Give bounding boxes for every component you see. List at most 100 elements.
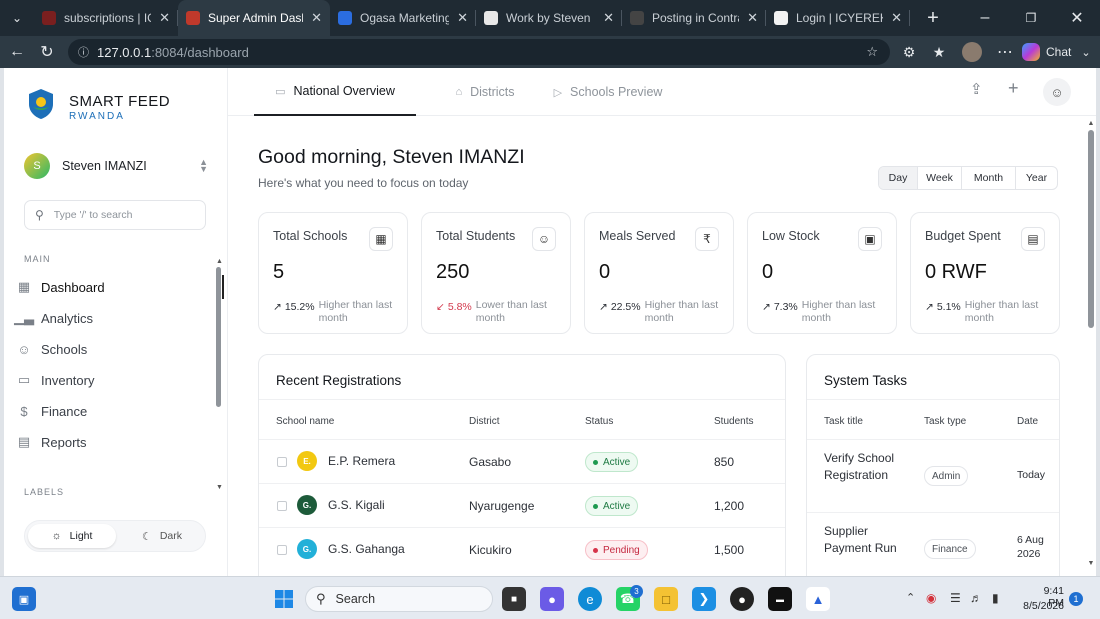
- tab-national-overview[interactable]: ▭ National Overview: [254, 68, 416, 116]
- table-row[interactable]: G. G.S. Kigali Nyarugenge Active 1,200: [259, 483, 785, 527]
- user-switcher[interactable]: S Steven IMANZI ▲ ▼: [24, 152, 208, 180]
- wifi-icon[interactable]: ☰: [950, 591, 961, 605]
- period-year-button[interactable]: Year: [1015, 167, 1057, 189]
- scroll-up-arrow-icon[interactable]: ▲: [1086, 120, 1096, 127]
- tab-close-icon[interactable]: ✕: [603, 10, 614, 26]
- volume-icon[interactable]: ♬: [970, 591, 982, 605]
- browser-tab[interactable]: Posting in Contra Portfolio ✕: [622, 0, 766, 36]
- task-date: Today: [1017, 469, 1046, 481]
- terminal-app-icon[interactable]: ▬: [768, 587, 792, 611]
- page-scrollbar[interactable]: ▲ ▼: [1086, 116, 1096, 576]
- period-week-button[interactable]: Week: [917, 167, 961, 189]
- bookmark-star-icon[interactable]: ☆: [866, 44, 878, 60]
- row-checkbox[interactable]: [277, 457, 287, 467]
- site-info-icon[interactable]: ⓘ: [78, 44, 89, 60]
- edge-browser-icon[interactable]: e: [578, 587, 602, 611]
- tab-close-icon[interactable]: ✕: [457, 10, 468, 26]
- browser-tab[interactable]: Login | ICYEREKEZO Global ✕: [766, 0, 910, 36]
- scrollbar-thumb[interactable]: [1088, 130, 1094, 328]
- table-row[interactable]: E. E.P. Remera Gasabo Active 850: [259, 439, 785, 483]
- folder-icon[interactable]: □: [654, 587, 678, 611]
- extensions-puzzle-icon[interactable]: ⚙: [894, 44, 924, 61]
- page-subtitle: Here's what you need to focus on today: [258, 176, 469, 190]
- table-row[interactable]: G. G.S. Gahanga Kicukiro Pending 1,500: [259, 527, 785, 571]
- browser-tab[interactable]: Ogasa Marketing Strategy ✕: [330, 0, 476, 36]
- scroll-down-arrow-icon[interactable]: ▼: [1086, 560, 1096, 567]
- tab-districts[interactable]: ⌂ Districts: [440, 68, 530, 116]
- coin-icon: ₹: [695, 227, 719, 251]
- task-row[interactable]: Verify School Registration Admin Today: [807, 439, 1059, 512]
- card-title: Recent Registrations: [276, 373, 402, 388]
- copilot-chat-button[interactable]: Chat ⌄: [1022, 43, 1091, 61]
- tab-list-chevron-icon[interactable]: ⌄: [0, 11, 34, 25]
- status-dot: [593, 547, 598, 553]
- sidebar-item-analytics[interactable]: ▁▃ Analytics: [14, 304, 212, 332]
- sidebar-scrollbar[interactable]: ▲ ▼: [216, 258, 223, 494]
- browser-tab[interactable]: subscriptions | ICYEREKEZO ✕: [34, 0, 178, 36]
- student-count: 1,200: [714, 499, 745, 513]
- scroll-up-arrow-icon[interactable]: ▲: [216, 258, 223, 265]
- restore-window-icon[interactable]: ❐: [1008, 11, 1054, 25]
- stat-change-note: Higher than last month: [964, 299, 1039, 324]
- profile-avatar[interactable]: [962, 42, 982, 62]
- task-row[interactable]: Supplier Payment Run Finance 6 Aug 2026: [807, 512, 1059, 576]
- browser-tab[interactable]: Super Admin Dashboard ✕: [178, 0, 330, 36]
- taskbar-search-box[interactable]: ⚲ Search: [305, 586, 493, 612]
- theme-light-button[interactable]: ☼ Light: [28, 524, 116, 548]
- back-arrow-icon[interactable]: ←: [2, 43, 32, 61]
- tab-close-icon[interactable]: ✕: [747, 10, 758, 26]
- notification-badge[interactable]: 1: [1069, 592, 1083, 606]
- close-window-icon[interactable]: ✕: [1054, 8, 1100, 28]
- browser-tab-bar: ⌄ subscriptions | ICYEREKEZO✕Super Admin…: [0, 0, 1100, 36]
- task-date: 6 Aug 2026: [1017, 534, 1044, 560]
- minimize-window-icon[interactable]: –: [962, 9, 1008, 27]
- theme-dark-button[interactable]: ☾ Dark: [120, 524, 204, 548]
- tab-close-icon[interactable]: ✕: [311, 10, 322, 26]
- period-month-button[interactable]: Month: [961, 167, 1015, 189]
- url-field[interactable]: ⓘ 127.0.0.1:8084/dashboard ☆: [68, 39, 890, 65]
- tab-close-icon[interactable]: ✕: [891, 10, 902, 26]
- tab-favicon-icon: [338, 11, 352, 25]
- add-plus-icon[interactable]: +: [1008, 78, 1019, 99]
- sidebar-item-dashboard[interactable]: ▦ Dashboard: [16, 273, 224, 301]
- status-badge: Active: [585, 496, 639, 516]
- tray-app-icon[interactable]: ◉: [926, 591, 936, 605]
- favorites-icon[interactable]: ★: [924, 44, 954, 61]
- sidebar-item-schools[interactable]: ☺ Schools: [16, 335, 212, 363]
- stat-value: 5: [273, 261, 285, 283]
- more-options-icon[interactable]: ⋯: [990, 42, 1020, 62]
- reload-icon[interactable]: ↻: [32, 42, 62, 62]
- scroll-down-arrow-icon[interactable]: ▼: [216, 484, 223, 491]
- tab-close-icon[interactable]: ✕: [159, 10, 170, 26]
- file-explorer-task-icon[interactable]: ■: [502, 587, 526, 611]
- app-launcher-icon[interactable]: ▲: [806, 587, 830, 611]
- arrow-up-right-icon: ↗: [273, 301, 282, 313]
- upload-icon[interactable]: ⇪: [970, 80, 983, 98]
- battery-icon[interactable]: ▮: [992, 591, 999, 605]
- chat-app-icon[interactable]: ●: [540, 587, 564, 611]
- windows-start-icon[interactable]: [272, 587, 296, 611]
- sidebar-search-input[interactable]: ⚲ Type '/' to search: [24, 200, 206, 230]
- sidebar-item-reports[interactable]: ▤ Reports: [16, 428, 212, 456]
- new-tab-plus-icon[interactable]: +: [918, 7, 948, 30]
- period-day-button[interactable]: Day: [879, 167, 917, 189]
- widgets-icon[interactable]: ▣: [12, 587, 36, 611]
- scrollbar-thumb[interactable]: [216, 267, 221, 407]
- sidebar-item-inventory[interactable]: ▭ Inventory: [16, 366, 212, 394]
- browser-tab[interactable]: Work by Steven IMANZI ✕: [476, 0, 622, 36]
- row-checkbox[interactable]: [277, 501, 287, 511]
- sidebar-item-finance[interactable]: $ Finance: [16, 397, 212, 425]
- tab-label: Schools Preview: [570, 85, 663, 99]
- tray-chevron-up-icon[interactable]: ⌃: [906, 591, 915, 604]
- recent-registrations-card: Recent Registrations School name Distric…: [258, 354, 786, 576]
- url-path: :8084/dashboard: [151, 44, 249, 60]
- github-icon[interactable]: ●: [730, 587, 754, 611]
- row-checkbox[interactable]: [277, 545, 287, 555]
- column-header-status: Status: [585, 416, 614, 427]
- clock-date[interactable]: 8/5/2026: [1016, 600, 1064, 612]
- user-account-icon[interactable]: ☺: [1043, 78, 1071, 106]
- building-icon: ⌂: [455, 86, 463, 98]
- stat-change-percent: 5.8%: [447, 301, 472, 313]
- vscode-icon[interactable]: ❯: [692, 587, 716, 611]
- tab-schools-preview[interactable]: ▷ Schools Preview: [548, 68, 668, 116]
